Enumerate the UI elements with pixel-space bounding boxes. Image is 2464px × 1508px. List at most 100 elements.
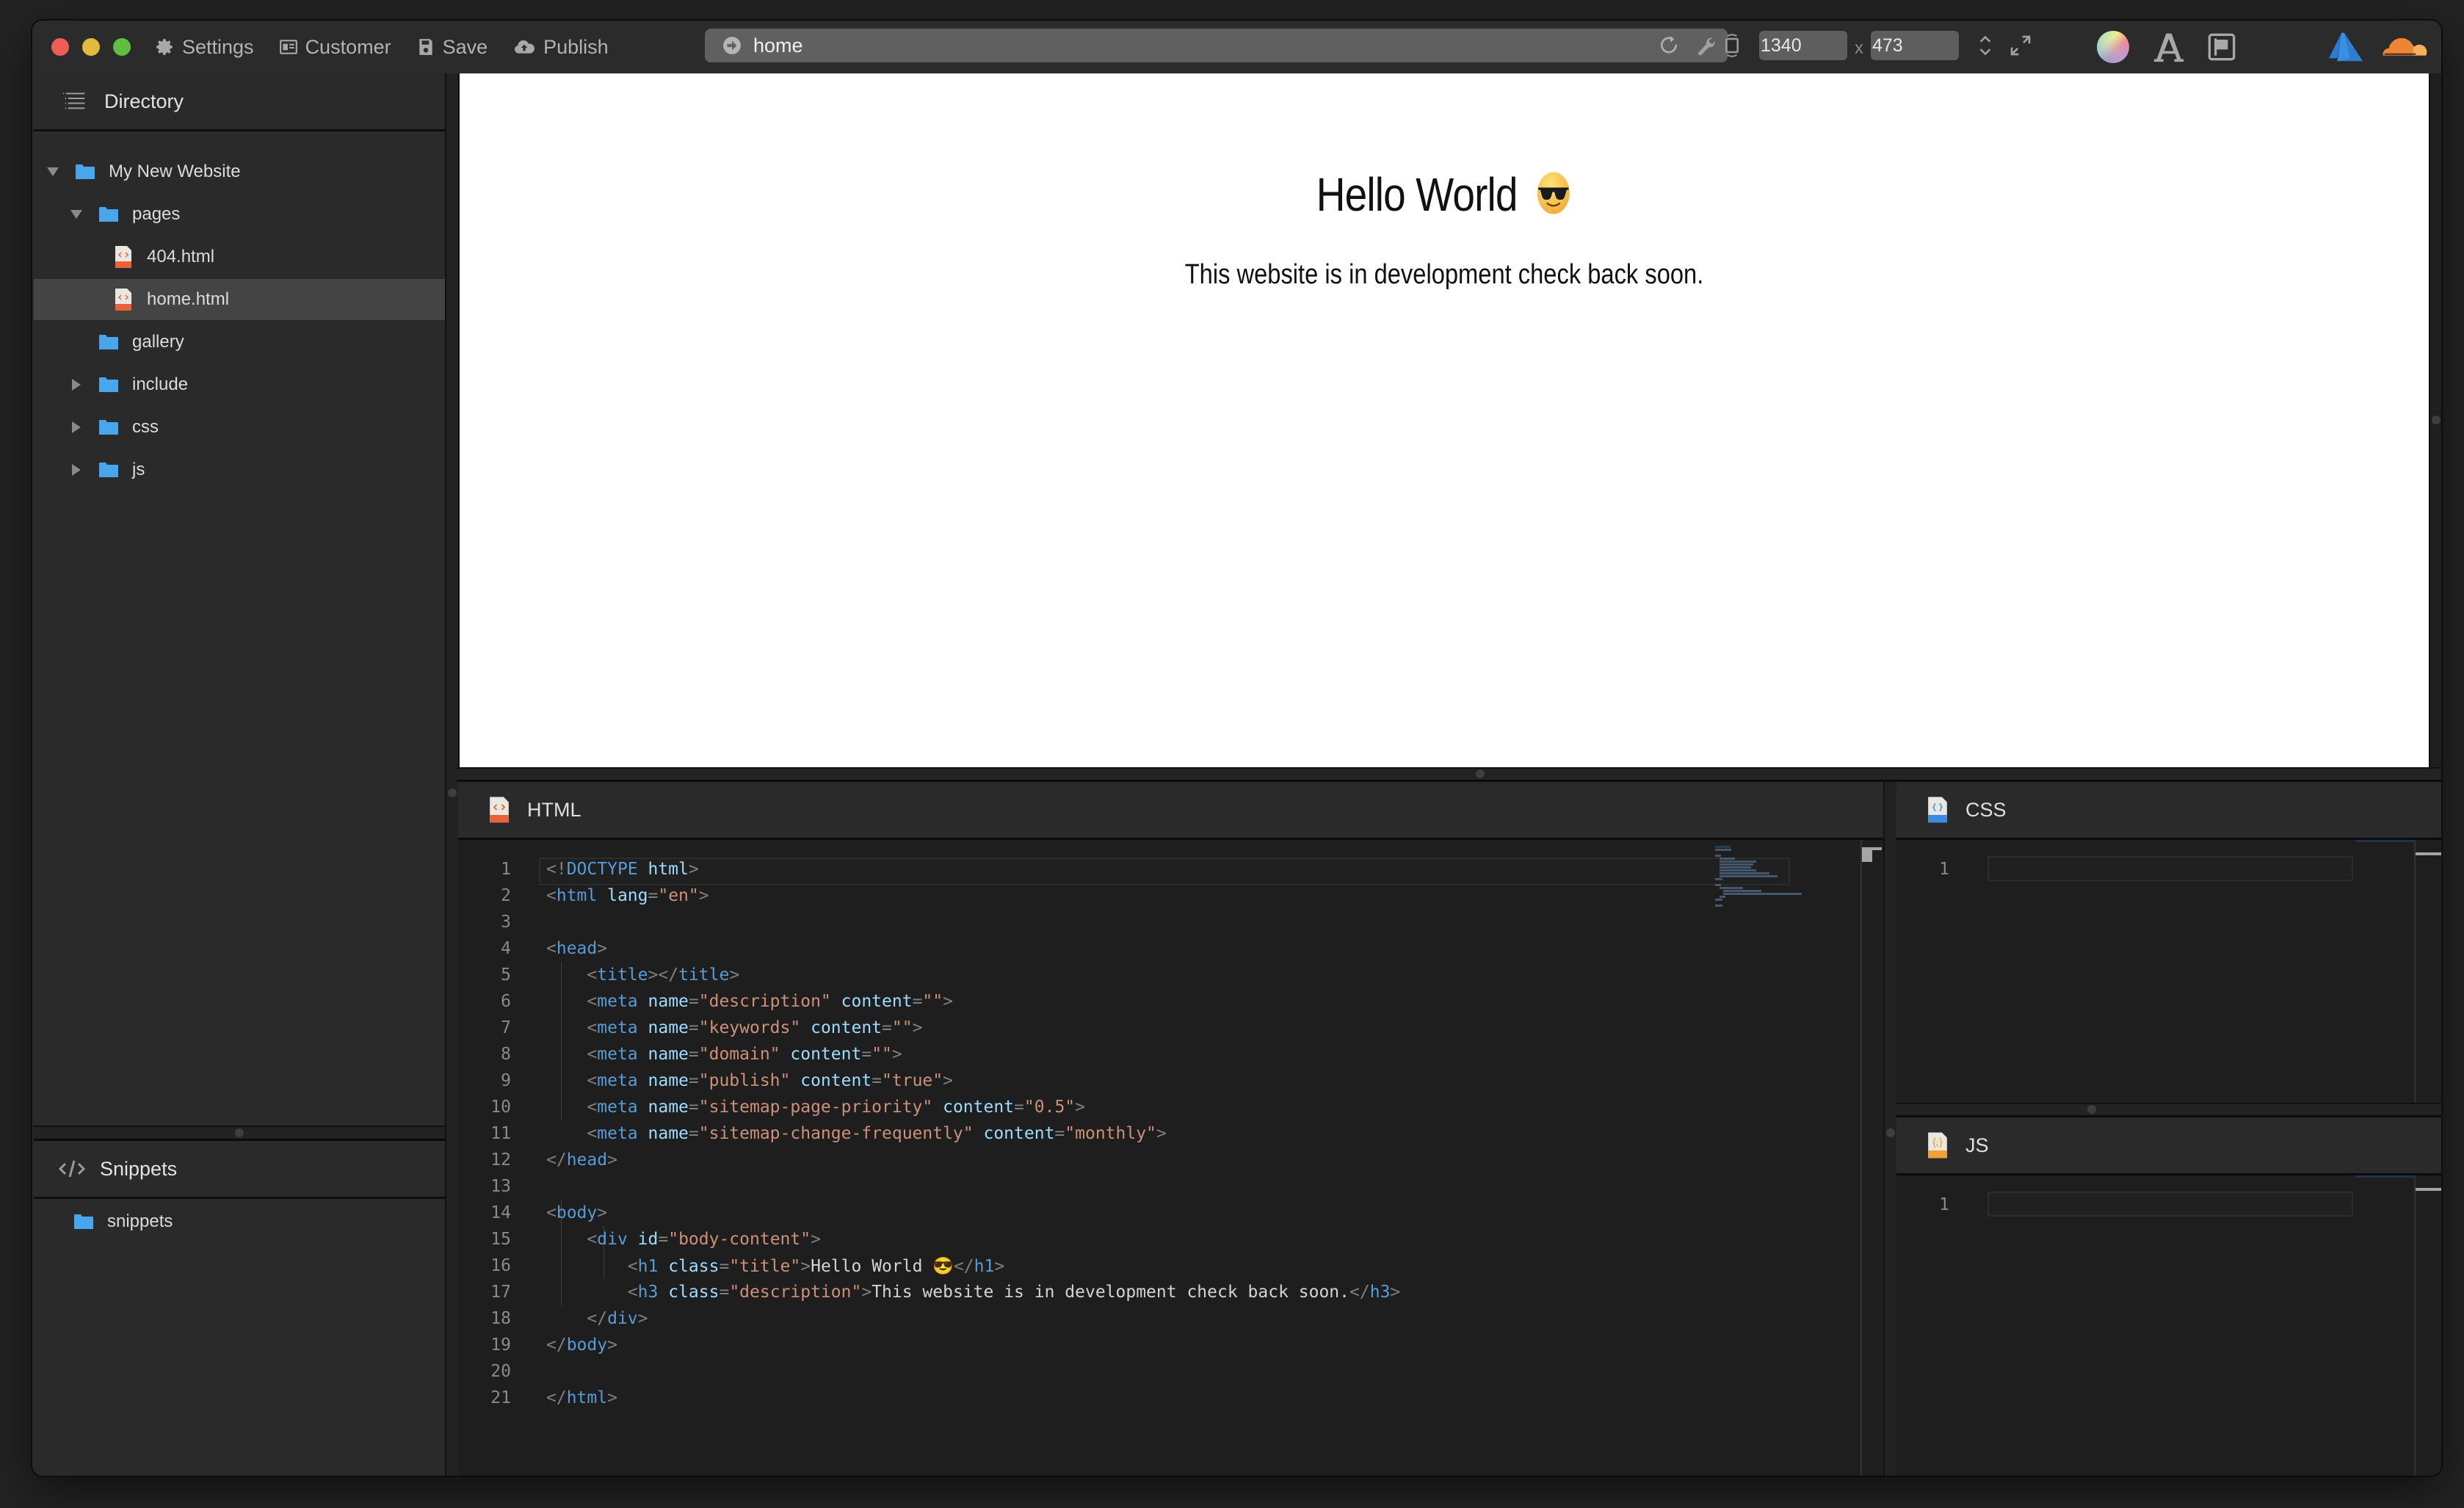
- editor-resize-gutter[interactable]: [1883, 782, 1898, 1476]
- code-text: <title></title>: [587, 965, 740, 985]
- expand-icon[interactable]: [2009, 34, 2032, 57]
- tree-item-gallery[interactable]: gallery: [34, 322, 445, 363]
- viewport-size-controls: x: [1721, 29, 2032, 62]
- rotate-device-icon[interactable]: [1721, 32, 1743, 59]
- website-preview[interactable]: Hello World This website is in developme…: [460, 73, 2429, 767]
- html-code-editor[interactable]: 1 <!DOCTYPE html> 2 <html lang="en"> 3 4 <head…: [458, 840, 1885, 1476]
- splitter-handle[interactable]: [2087, 1105, 2096, 1114]
- publish-button[interactable]: Publish: [512, 36, 609, 59]
- url-input[interactable]: home: [753, 35, 1660, 57]
- line-number: 21: [490, 1388, 511, 1407]
- caret-down-icon[interactable]: [46, 164, 60, 179]
- id-card-icon: [279, 40, 297, 54]
- font-icon[interactable]: [2153, 31, 2185, 63]
- line-number: 6: [501, 992, 511, 1011]
- url-bar[interactable]: home: [705, 29, 1728, 62]
- tree-item-label: js: [132, 460, 145, 479]
- save-label: Save: [442, 35, 488, 58]
- line-number: 8: [501, 1045, 511, 1064]
- line-number: 2: [501, 886, 511, 905]
- viewport-width-input[interactable]: [1759, 31, 1847, 60]
- html-editor-panel: HTML 1 <!DOCTYPE html> 2 <html lang="en"> 3 4…: [458, 782, 1885, 1476]
- code-text: </head>: [546, 1150, 617, 1170]
- close-window-button[interactable]: [51, 38, 69, 56]
- html-editor-header: HTML: [458, 782, 1883, 840]
- viewport-height-input[interactable]: [1871, 31, 1959, 60]
- scrollbar-marker: [2416, 1188, 2441, 1191]
- cloud-upload-icon: [515, 40, 535, 54]
- tree-item-404-html[interactable]: 404.html: [34, 236, 445, 278]
- arrow-circle-icon[interactable]: [722, 36, 742, 55]
- code-line: 9 <meta name="publish" content="true">: [458, 1067, 953, 1094]
- cloudflare-icon[interactable]: [2379, 32, 2427, 62]
- css-code-editor[interactable]: 1: [1896, 840, 2441, 1103]
- stepper-icon[interactable]: [1976, 32, 1994, 59]
- caret-right-icon[interactable]: [69, 420, 84, 435]
- js-scrollbar[interactable]: [2414, 1175, 2441, 1476]
- code-text: <meta name="keywords" content="">: [587, 1018, 923, 1037]
- css-js-splitter[interactable]: [1896, 1103, 2441, 1117]
- code-line: 8 <meta name="domain" content="">: [458, 1041, 902, 1067]
- snippets-header: Snippets: [34, 1141, 445, 1199]
- folder-icon: [74, 1214, 93, 1229]
- js-code-editor[interactable]: 1: [1896, 1175, 2441, 1476]
- code-text: <h3 class="description">This website is …: [627, 1283, 1401, 1302]
- wrench-icon[interactable]: [1695, 35, 1716, 57]
- minimap-line: [1715, 846, 1731, 848]
- code-line: 5 <title></title>: [458, 962, 739, 988]
- minimap-line: [1723, 893, 1802, 895]
- flag-icon[interactable]: [2207, 32, 2236, 62]
- gutter-handle[interactable]: [2432, 416, 2441, 424]
- sidebar-splitter[interactable]: [34, 1125, 445, 1141]
- code-line: 14 <body>: [458, 1200, 607, 1226]
- minimap-line: [1719, 887, 1743, 889]
- azure-icon[interactable]: [2327, 31, 2364, 63]
- reload-icon[interactable]: [1660, 35, 1679, 57]
- tree-item-my-new-website[interactable]: My New Website: [34, 151, 445, 192]
- splitter-handle[interactable]: [1476, 769, 1485, 778]
- caret-right-icon[interactable]: [69, 377, 84, 392]
- line-number: 16: [490, 1256, 511, 1275]
- floppy-disk-icon: [418, 39, 432, 55]
- caret-right-icon[interactable]: [69, 463, 84, 477]
- tree-item-home-html[interactable]: home.html: [34, 279, 445, 320]
- preview-editor-splitter[interactable]: [457, 767, 2441, 782]
- folder-icon: [99, 335, 118, 349]
- html-file-icon: [115, 246, 131, 268]
- app-window: Settings Customer Save Publish home 1340…: [32, 21, 2441, 1476]
- code-line: 16 <h1 class="title">Hello World 😎</h1>: [458, 1253, 1004, 1279]
- color-wheel-icon[interactable]: [2095, 29, 2131, 65]
- tree-item-css[interactable]: css: [34, 407, 445, 448]
- code-minimap[interactable]: [1715, 840, 1862, 928]
- line-number: 13: [490, 1177, 511, 1196]
- html-editor-title: HTML: [527, 798, 581, 821]
- css-scrollbar[interactable]: [2414, 840, 2441, 1103]
- preview-right-gutter[interactable]: [2429, 73, 2441, 767]
- settings-button[interactable]: Settings: [156, 36, 254, 59]
- html-file-icon: [490, 797, 509, 823]
- html-scrollbar[interactable]: [1860, 840, 1885, 1476]
- code-text: <h1 class="title">Hello World 😎</h1>: [627, 1256, 1005, 1276]
- tree-item-snippets[interactable]: snippets: [34, 1201, 445, 1242]
- minimize-window-button[interactable]: [82, 38, 100, 56]
- gutter-handle[interactable]: [448, 789, 457, 797]
- code-line: 4 <head>: [458, 935, 607, 962]
- caret-down-icon[interactable]: [69, 207, 84, 222]
- splitter-handle[interactable]: [235, 1128, 244, 1137]
- scrollbar-thumb[interactable]: [1862, 847, 1872, 862]
- tree-item-js[interactable]: js: [34, 449, 445, 490]
- viewport-separator: x: [1855, 38, 1863, 58]
- css-file-icon: [1928, 797, 1947, 823]
- code-line: 3: [458, 909, 546, 935]
- gutter-handle[interactable]: [1886, 1128, 1895, 1137]
- tree-item-label: include: [132, 374, 189, 394]
- tree-item-pages[interactable]: pages: [34, 194, 445, 235]
- active-line-highlight: [1987, 1192, 2353, 1217]
- tree-item-label: snippets: [107, 1211, 173, 1231]
- line-number: 4: [501, 939, 511, 958]
- line-number: 9: [501, 1071, 511, 1090]
- maximize-window-button[interactable]: [113, 38, 131, 56]
- customer-button[interactable]: Customer: [279, 36, 391, 59]
- tree-item-include[interactable]: include: [34, 364, 445, 405]
- save-button[interactable]: Save: [416, 36, 488, 59]
